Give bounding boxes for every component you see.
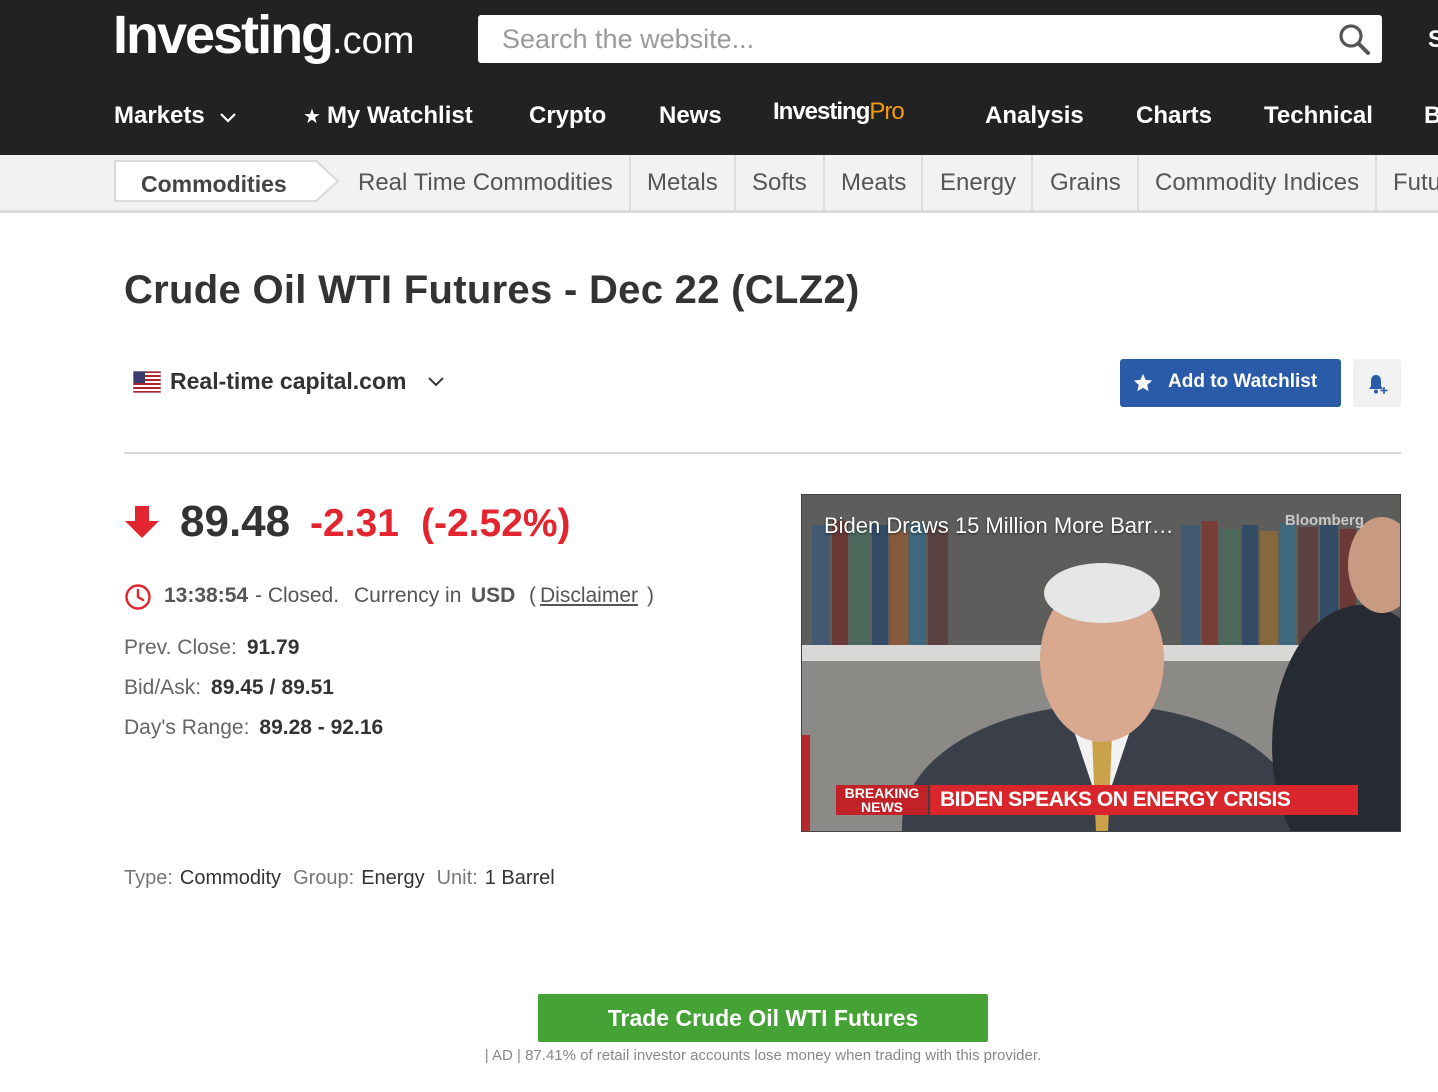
sub-nav: Commodities Real Time Commodities Metals… — [0, 155, 1438, 213]
quote-time: 13:38:54 — [164, 584, 249, 607]
price-change: -2.31 — [310, 502, 399, 545]
logo-suffix: .com — [332, 20, 415, 62]
investing-logo[interactable]: Investing.com — [113, 4, 414, 66]
currency-label: Currency in — [354, 584, 462, 607]
paren-open: ( — [529, 584, 536, 607]
nav-technical[interactable]: Technical — [1264, 102, 1373, 130]
ask-value: 89.51 — [281, 676, 334, 699]
prev-close-value: 91.79 — [246, 636, 300, 659]
group-value: Energy — [361, 867, 425, 889]
currency-value: USD — [471, 584, 516, 607]
data-source-label: Real-time capital.com — [170, 368, 407, 394]
nav-watchlist[interactable]: ★ My Watchlist — [303, 102, 473, 130]
breaking-label: BREAKING — [844, 785, 920, 801]
unit-label: Unit: — [436, 867, 478, 889]
market-status: - Closed. — [255, 584, 340, 607]
clock-icon — [125, 584, 151, 610]
section-divider — [124, 452, 1401, 454]
create-alert-button[interactable] — [1353, 359, 1401, 407]
us-flag-icon — [133, 371, 161, 393]
chevron-down-icon — [220, 112, 237, 123]
video-title: Biden Draws 15 Million More Barr… — [824, 513, 1174, 538]
logo-main: Investing — [113, 5, 334, 65]
star-icon: ★ — [303, 106, 321, 128]
subnav-real-time-commodities[interactable]: Real Time Commodities — [341, 155, 630, 210]
days-range-value: 89.28 - 92.16 — [259, 716, 384, 739]
unit-value: 1 Barrel — [484, 867, 555, 889]
subnav-meats[interactable]: Meats — [824, 155, 923, 210]
instrument-meta: Type: Commodity Group: Energy Unit: 1 Barrel — [124, 867, 567, 890]
top-header: Investing.com S Markets ★My Watchlist Cr… — [0, 0, 1438, 155]
add-to-watchlist-button[interactable]: Add to Watchlist — [1120, 359, 1341, 407]
subnav-commodities[interactable]: Commodities — [114, 160, 318, 202]
nav-analysis[interactable]: Analysis — [985, 102, 1084, 130]
prev-close-row: Prev. Close: 91.79 — [124, 636, 299, 660]
arrow-down-icon — [125, 506, 159, 538]
trade-button[interactable]: Trade Crude Oil WTI Futures — [538, 994, 988, 1042]
days-range-row: Day's Range: 89.28 - 92.16 — [124, 716, 383, 740]
type-value: Commodity — [179, 867, 282, 889]
pro-logo-pro: Pro — [869, 98, 904, 125]
breaking-news-badge: BREAKING NEWS — [836, 785, 928, 815]
news-crawl: BIDEN SPEAKS ON ENERGY CRISIS — [930, 785, 1358, 815]
days-range-label: Day's Range: — [124, 716, 250, 739]
bid-ask-row: Bid/Ask: 89.45/89.51 — [124, 676, 334, 700]
news-video-player[interactable]: Biden Draws 15 Million More Barr… Bloomb… — [801, 494, 1401, 832]
star-icon — [1133, 373, 1153, 392]
nav-investing-pro[interactable]: InvestingPro — [773, 98, 905, 126]
bid-ask-label: Bid/Ask: — [124, 676, 202, 699]
nav-crypto[interactable]: Crypto — [529, 102, 606, 130]
paren-close: ) — [647, 584, 654, 607]
bid-value: 89.45 — [211, 676, 264, 699]
subnav-metals[interactable]: Metals — [630, 155, 735, 210]
subnav-softs[interactable]: Softs — [735, 155, 824, 210]
add-to-watchlist-label: Add to Watchlist — [1168, 371, 1318, 392]
video-frame-image — [802, 495, 1400, 831]
nav-charts[interactable]: Charts — [1136, 102, 1212, 130]
price-change-percent: (-2.52%) — [421, 502, 571, 545]
header-cut-text[interactable]: S — [1428, 26, 1438, 54]
prev-close-label: Prev. Close: — [124, 636, 237, 659]
disclaimer-link[interactable]: Disclaimer — [540, 584, 638, 608]
last-price: 89.48 — [180, 497, 291, 546]
search-icon[interactable] — [1338, 23, 1370, 55]
group-label: Group: — [293, 867, 355, 889]
subnav-commodities-label: Commodities — [141, 171, 287, 197]
chevron-down-icon — [428, 377, 444, 387]
main-nav: Markets ★ My Watchlist Crypto News Invest… — [0, 92, 1438, 142]
subnav-commodity-indices[interactable]: Commodity Indices — [1138, 155, 1376, 210]
video-brand: Bloomberg — [1284, 512, 1364, 529]
subnav-futures[interactable]: Futu — [1376, 155, 1438, 210]
nav-markets-label: Markets — [114, 102, 205, 129]
type-label: Type: — [124, 867, 173, 889]
nav-cut-item[interactable]: B — [1424, 102, 1438, 130]
search-input[interactable] — [478, 15, 1342, 63]
bell-plus-icon — [1369, 375, 1388, 394]
ad-disclaimer: | AD | 87.41% of retail investor account… — [484, 1047, 1042, 1064]
nav-markets[interactable]: Markets — [114, 102, 237, 130]
subnav-energy[interactable]: Energy — [923, 155, 1033, 210]
breadcrumb-arrow — [316, 160, 340, 202]
page-title: Crude Oil WTI Futures - Dec 22 (CLZ2) — [124, 268, 860, 312]
nav-watchlist-label: My Watchlist — [326, 102, 473, 129]
bid-ask-separator: / — [269, 676, 276, 699]
search-box — [478, 15, 1382, 63]
nav-news[interactable]: News — [659, 102, 722, 130]
subnav-grains[interactable]: Grains — [1033, 155, 1138, 210]
news-label: NEWS — [861, 799, 903, 815]
pro-logo-investing: Investing — [773, 98, 870, 125]
